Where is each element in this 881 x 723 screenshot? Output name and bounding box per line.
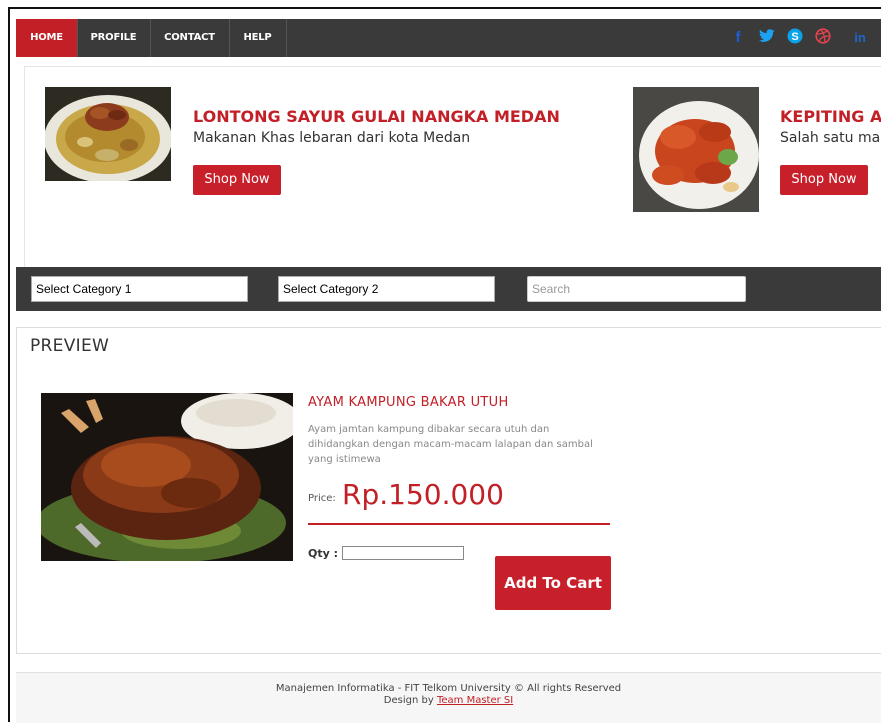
footer-design-by: Design by: [383, 695, 434, 706]
top-navigation-bar: HOME PROFILE CONTACT HELP f S in: [16, 19, 881, 57]
product-name: AYAM KAMPUNG BAKAR UTUH: [308, 395, 509, 410]
twitter-icon[interactable]: [757, 28, 777, 48]
slide-2-shop-now-button[interactable]: Shop Now: [780, 165, 868, 195]
featured-banner: LONTONG SAYUR GULAI NANGKA MEDAN Makanan…: [24, 66, 881, 268]
lontong-image: [44, 87, 172, 183]
slide-1-subtitle: Makanan Khas lebaran dari kota Medan: [193, 130, 471, 146]
search-input[interactable]: Search: [527, 276, 746, 302]
product-price: Rp.150.000: [342, 478, 504, 511]
category-2-select[interactable]: Select Category 2: [278, 276, 495, 302]
nav-contact[interactable]: CONTACT: [150, 19, 230, 57]
nav-help[interactable]: HELP: [229, 19, 287, 57]
qty-input[interactable]: [342, 546, 464, 560]
slide-2-subtitle: Salah satu ma: [780, 130, 881, 146]
kepiting-image: [633, 87, 759, 212]
ayam-bakar-image: [36, 393, 301, 563]
footer-credit: Design by Team Master SI: [16, 695, 881, 706]
slide-1-title: LONTONG SAYUR GULAI NANGKA MEDAN: [193, 107, 560, 126]
nav-profile[interactable]: PROFILE: [77, 19, 151, 57]
footer-copyright: Manajemen Informatika - FIT Telkom Unive…: [275, 683, 622, 694]
price-label: Price:: [308, 493, 336, 504]
team-master-link[interactable]: Team Master SI: [437, 695, 513, 706]
svg-text:S: S: [791, 31, 798, 43]
skype-icon[interactable]: S: [785, 28, 805, 48]
facebook-icon[interactable]: f: [728, 28, 748, 48]
category-1-select[interactable]: Select Category 1: [31, 276, 248, 302]
filter-bar: Select Category 1 Select Category 2 Sear…: [16, 267, 881, 311]
dribbble-icon[interactable]: [813, 28, 833, 48]
linkedin-icon[interactable]: in: [850, 28, 870, 48]
nav-home[interactable]: HOME: [16, 19, 78, 57]
qty-label: Qty :: [308, 547, 339, 560]
slide-2-title: KEPITING AS: [780, 107, 881, 126]
slide-1-shop-now-button[interactable]: Shop Now: [193, 165, 281, 195]
add-to-cart-button[interactable]: Add To Cart: [495, 556, 611, 610]
footer: Manajemen Informatika - FIT Telkom Unive…: [16, 672, 881, 723]
product-preview: PREVIEW AYAM KAMPUNG BAKAR UTUH Ayam jam…: [16, 327, 881, 654]
price-divider: [308, 523, 610, 525]
preview-heading: PREVIEW: [30, 336, 110, 356]
product-description: Ayam jamtan kampung dibakar secara utuh …: [308, 424, 593, 465]
